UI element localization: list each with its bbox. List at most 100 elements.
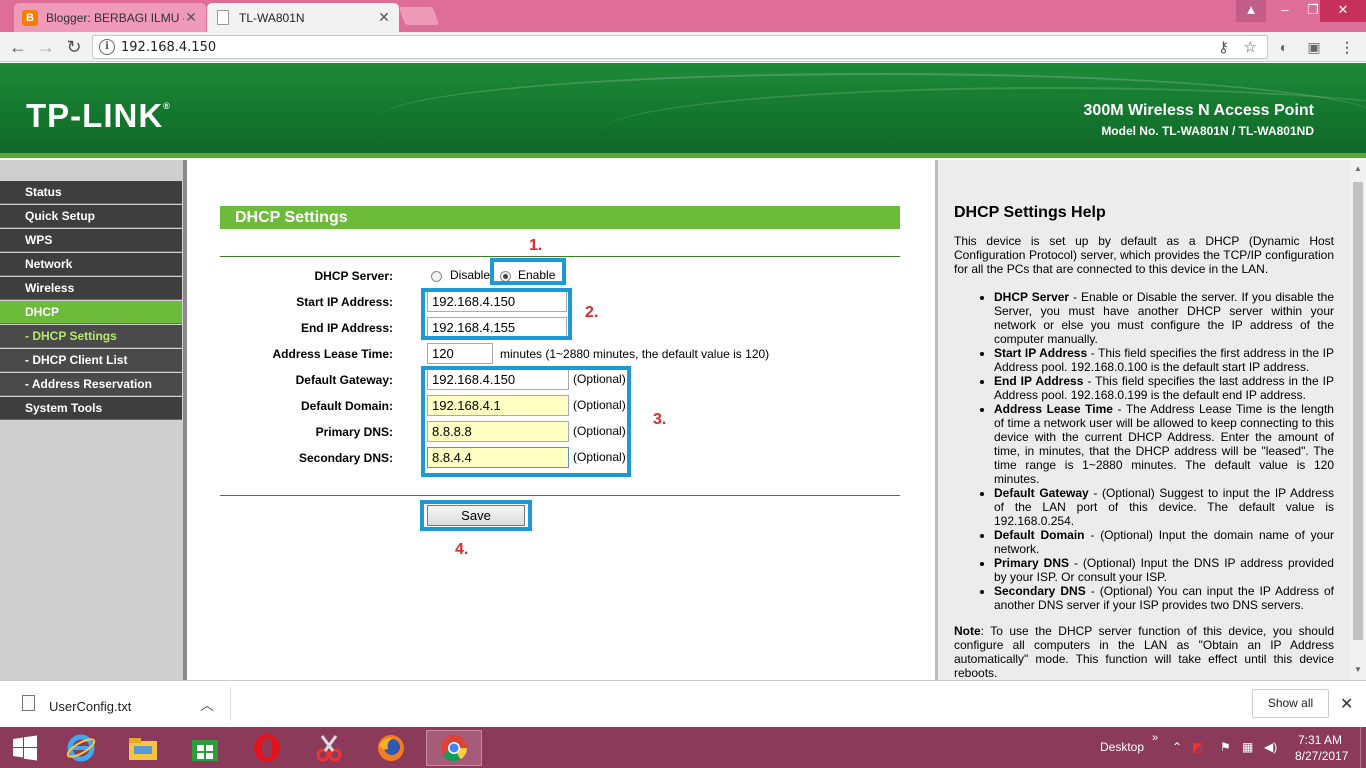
url-text[interactable]: 192.168.4.150	[121, 40, 216, 55]
help-note-text: : To use the DHCP server function of thi…	[954, 624, 1334, 680]
expand-icon[interactable]: »	[1152, 732, 1158, 744]
network-icon[interactable]: ▦	[1242, 740, 1253, 754]
help-term: Default Domain	[994, 528, 1085, 542]
clock-time[interactable]: 7:31 AM	[1298, 733, 1342, 747]
extension-icon[interactable]: ◐	[1275, 39, 1293, 55]
snipping-tool-icon[interactable]	[304, 730, 354, 766]
help-item: Default Domain - (Optional) Input the do…	[994, 528, 1334, 556]
divider	[220, 256, 900, 257]
address-bar[interactable]: i 192.168.4.150 ⚷ ☆	[92, 35, 1268, 59]
show-desktop-button[interactable]	[1360, 727, 1366, 768]
scroll-thumb[interactable]	[1353, 182, 1363, 640]
page-title: DHCP Settings	[220, 206, 900, 229]
help-term: End IP Address	[994, 374, 1084, 388]
chrome-icon[interactable]	[426, 730, 482, 766]
help-term: Start IP Address	[994, 346, 1088, 360]
browser-tab-strip: B Blogger: BERBAGI ILMU - ✕ TL-WA801N ✕ …	[0, 0, 1366, 32]
sidebar-item-address-reservation[interactable]: - Address Reservation	[0, 373, 182, 396]
annotation-number-3: 3.	[653, 411, 667, 428]
info-icon[interactable]: i	[99, 39, 115, 55]
sidebar-item-status[interactable]: Status	[0, 181, 182, 204]
firefox-icon[interactable]	[366, 730, 416, 766]
close-icon[interactable]: ✕	[377, 9, 391, 26]
help-term: DHCP Server	[994, 290, 1070, 304]
help-item: End IP Address - This field specifies th…	[994, 374, 1334, 402]
model-number: Model No. TL-WA801N / TL-WA801ND	[1101, 124, 1314, 138]
header-divider	[0, 153, 1366, 158]
help-scrollbar[interactable]: ▲ ▼	[1350, 160, 1366, 680]
cast-icon[interactable]: ▣	[1305, 39, 1323, 55]
annotation-box-4	[420, 500, 532, 531]
tab-title: Blogger: BERBAGI ILMU -	[46, 10, 184, 25]
clock-date[interactable]: 8/27/2017	[1295, 749, 1348, 763]
chevron-up-icon[interactable]: ︿	[200, 695, 214, 715]
flag-icon[interactable]: ⚑	[1220, 740, 1231, 754]
sidebar-item-wireless[interactable]: Wireless	[0, 277, 182, 300]
lease-time-hint: minutes (1~2880 minutes, the default val…	[500, 347, 770, 361]
help-note-label: Note	[954, 624, 981, 638]
desktop-toolbar-label[interactable]: Desktop	[1100, 740, 1144, 754]
close-icon[interactable]: ✕	[184, 9, 198, 26]
disable-radio[interactable]	[431, 271, 442, 282]
menu-icon[interactable]: ⋮	[1338, 39, 1356, 55]
volume-icon[interactable]: ◀)	[1264, 740, 1277, 754]
star-icon[interactable]: ☆	[1244, 38, 1257, 56]
divider	[220, 495, 900, 496]
sidebar: Status Quick Setup WPS Network Wireless …	[0, 160, 187, 680]
key-icon[interactable]: ⚷	[1218, 38, 1229, 56]
store-icon[interactable]	[180, 730, 230, 766]
help-title: DHCP Settings Help	[954, 204, 1106, 221]
tab-blogger[interactable]: B Blogger: BERBAGI ILMU - ✕	[14, 3, 206, 32]
tab-title: TL-WA801N	[239, 10, 305, 25]
lease-time-input[interactable]: 120	[427, 343, 493, 364]
sidebar-item-dhcp[interactable]: DHCP	[0, 301, 182, 324]
help-item: Address Lease Time - The Address Lease T…	[994, 402, 1334, 486]
reload-icon[interactable]: ↻	[64, 37, 84, 57]
sidebar-item-system-tools[interactable]: System Tools	[0, 397, 182, 420]
antivirus-icon[interactable]: ◩	[1192, 740, 1203, 754]
help-note: Note: To use the DHCP server function of…	[954, 624, 1334, 680]
sidebar-item-wps[interactable]: WPS	[0, 229, 182, 252]
chevron-up-icon[interactable]: ⌃	[1172, 740, 1182, 754]
blogger-icon: B	[22, 9, 38, 26]
user-icon[interactable]: ▲	[1236, 0, 1266, 22]
start-button[interactable]	[0, 730, 50, 766]
annotation-box-1	[490, 258, 566, 285]
tplink-logo: TP-LINK®	[26, 97, 171, 135]
download-bar: UserConfig.txt ︿ Show all ✕	[0, 680, 1366, 727]
start-ip-label: Start IP Address:	[296, 295, 393, 309]
page-icon	[217, 10, 229, 25]
help-term: Secondary DNS	[994, 584, 1086, 598]
tab-tl-wa801n[interactable]: TL-WA801N ✕	[207, 3, 399, 32]
window-close-button[interactable]: ✕	[1320, 0, 1366, 22]
close-icon[interactable]: ✕	[1340, 694, 1353, 714]
dhcp-server-label: DHCP Server:	[314, 269, 393, 283]
new-tab-button[interactable]	[398, 7, 440, 25]
download-filename[interactable]: UserConfig.txt	[49, 699, 131, 714]
help-item: DHCP Server - Enable or Disable the serv…	[994, 290, 1334, 346]
main-content: DHCP Settings DHCP Server: Disable Enabl…	[187, 160, 935, 680]
sidebar-item-dhcp-settings[interactable]: - DHCP Settings	[0, 325, 182, 348]
ie-icon[interactable]	[56, 730, 106, 766]
help-panel: DHCP Settings Help This device is set up…	[935, 160, 1366, 680]
scroll-up-icon[interactable]: ▲	[1350, 164, 1366, 173]
router-header: TP-LINK® 300M Wireless N Access Point Mo…	[0, 63, 1366, 158]
help-item: Primary DNS - (Optional) Input the DNS I…	[994, 556, 1334, 584]
help-intro: This device is set up by default as a DH…	[954, 234, 1334, 276]
sidebar-item-quick-setup[interactable]: Quick Setup	[0, 205, 182, 228]
logo-text: TP-LINK	[26, 97, 164, 134]
help-term: Address Lease Time	[994, 402, 1113, 416]
back-icon[interactable]: ←	[8, 37, 28, 57]
annotation-number-1: 1.	[529, 237, 543, 254]
annotation-number-2: 2.	[585, 304, 599, 321]
minimize-button[interactable]: –	[1270, 0, 1300, 22]
product-name: 300M Wireless N Access Point	[1083, 102, 1314, 119]
file-explorer-icon[interactable]	[118, 730, 168, 766]
forward-icon[interactable]: →	[36, 37, 56, 57]
scroll-down-icon[interactable]: ▼	[1350, 665, 1366, 674]
sidebar-item-dhcp-client-list[interactable]: - DHCP Client List	[0, 349, 182, 372]
sidebar-item-network[interactable]: Network	[0, 253, 182, 276]
domain-label: Default Domain:	[300, 399, 393, 413]
opera-icon[interactable]	[242, 730, 292, 766]
show-all-button[interactable]: Show all	[1252, 689, 1329, 718]
